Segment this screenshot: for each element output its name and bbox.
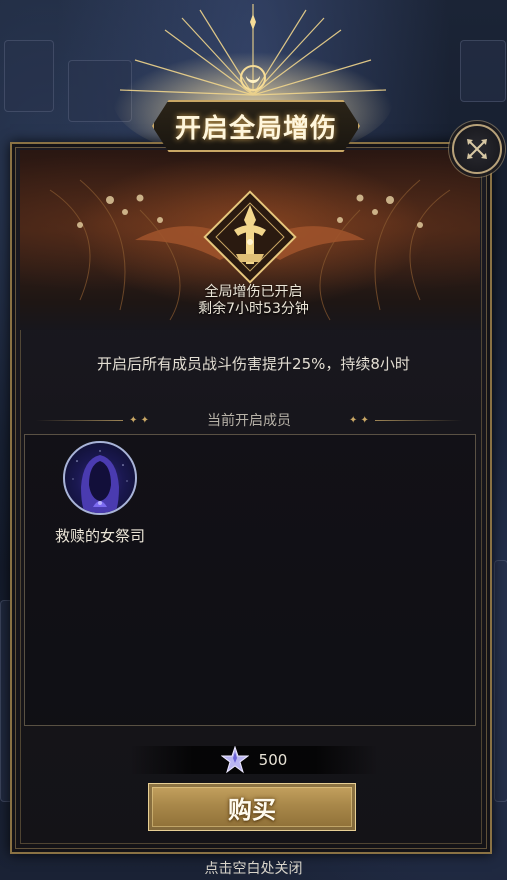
sparkle-icon: ✦ ✦ [349, 414, 369, 426]
global-buff-emblem-icon [203, 190, 297, 284]
price-bar: 500 [130, 746, 378, 774]
buy-button-label: 购买 [228, 794, 276, 824]
member-item[interactable]: 救赎的女祭司 [45, 441, 155, 546]
section-title: 当前开启成员 [207, 413, 291, 429]
dialog-title: 开启全局增伤 [174, 113, 337, 144]
crystal-star-icon [220, 746, 249, 774]
member-name: 救赎的女祭司 [54, 527, 145, 545]
close-button[interactable] [452, 124, 502, 174]
title-plaque: 开启全局增伤 [152, 100, 360, 152]
hooded-priestess-avatar [63, 441, 137, 515]
price-value: 500 [258, 751, 288, 769]
buff-description: 开启后所有成员战斗伤害提升25%，持续8小时 [97, 355, 410, 373]
section-header: ✦ ✦ 当前开启成员 ✦ ✦ [36, 410, 462, 430]
close-hint: 点击空白处关闭 [204, 861, 303, 877]
background-edge-tile [494, 560, 507, 802]
close-x-icon [467, 139, 487, 159]
buff-remaining-time: 剩余7小时53分钟 [198, 301, 309, 317]
sparkle-icon: ✦ ✦ [129, 414, 149, 426]
members-list: 救赎的女祭司 [24, 434, 476, 726]
buy-button[interactable]: 购买 [148, 783, 356, 831]
buff-status-text: 全局增伤已开启 [204, 284, 303, 300]
divider-line [374, 419, 462, 421]
divider-line [36, 419, 124, 421]
hooded-figure-icon [72, 450, 128, 513]
